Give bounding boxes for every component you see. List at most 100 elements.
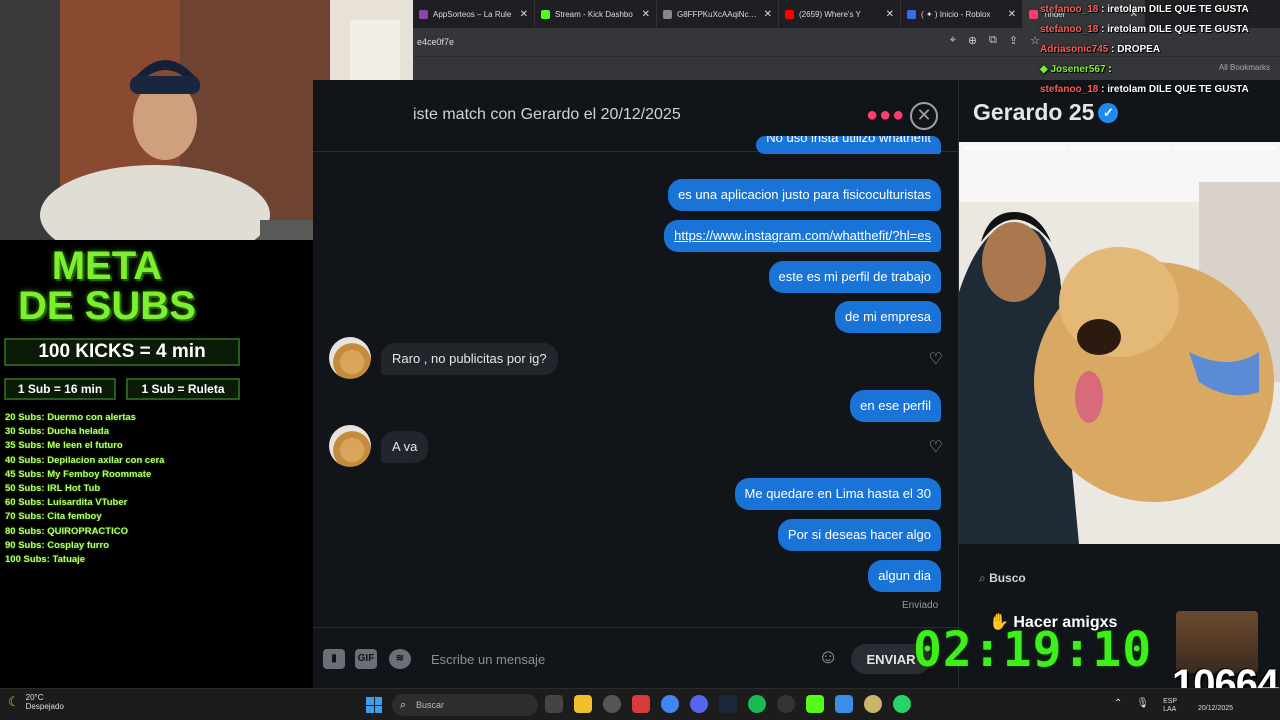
chat-message: stefanoo_18 : iretolam DILE QUE TE GUSTA <box>1040 24 1280 44</box>
app-icon[interactable] <box>632 695 650 713</box>
message-received-row: A va ♡ <box>329 425 943 469</box>
mic-icon[interactable]: 🎙 <box>1136 698 1149 714</box>
close-tab-icon[interactable]: ✕ <box>886 9 894 20</box>
browser-tab[interactable]: ( ✦ ) Inicio - Roblox ✕ <box>901 0 1023 28</box>
like-heart-icon[interactable]: ♡ <box>929 437 943 457</box>
close-tab-icon[interactable]: ✕ <box>520 9 528 20</box>
tab-favicon-icon <box>1029 9 1038 19</box>
close-tab-icon[interactable]: ✕ <box>1008 9 1016 20</box>
kick-icon[interactable] <box>806 695 824 713</box>
message-sent: es una aplicacion justo para fisicocultu… <box>668 179 941 211</box>
message-link[interactable]: https://www.instagram.com/whatthefit/?hl… <box>664 220 941 252</box>
message-sent: este es mi perfil de trabajo <box>768 261 941 293</box>
message-sent: No uso insta utilizo whathefit <box>756 136 941 154</box>
app-icon[interactable] <box>835 695 853 713</box>
gif-icon[interactable]: GIF <box>355 649 377 669</box>
chevron-up-icon[interactable]: ⌃ <box>1114 698 1122 714</box>
app-icon[interactable] <box>777 695 795 713</box>
message-sent: algun dia <box>868 560 941 592</box>
tab-title: (2659) Where's Y <box>799 9 861 19</box>
meta-title: META DE SUBS <box>18 244 196 328</box>
sub-goal-item: 100 Subs: Tatuaje <box>5 553 86 565</box>
tab-favicon-icon <box>419 9 428 19</box>
chat-text: : iretolam DILE QUE TE GUSTA <box>1098 24 1249 35</box>
spotify-icon[interactable] <box>748 695 766 713</box>
url-text: e4ce0f7e <box>417 37 455 47</box>
steam-icon[interactable] <box>719 695 737 713</box>
moon-icon: ☾ <box>8 694 20 709</box>
message-input[interactable] <box>431 646 791 672</box>
weather-widget[interactable]: ☾ 20°C Despejado <box>8 693 64 711</box>
message-received: A va <box>381 431 429 463</box>
chat-text: : iretolam DILE QUE TE GUSTA <box>1098 4 1249 15</box>
verified-icon: ✓ <box>1098 103 1119 123</box>
tab-favicon-icon <box>663 9 672 19</box>
start-button[interactable] <box>366 697 382 713</box>
install-icon[interactable]: ⧉ <box>989 34 997 47</box>
task-view-icon[interactable] <box>545 695 563 713</box>
match-title: iste match con Gerardo el 20/12/2025 <box>413 106 681 123</box>
system-tray: ⌃ 🎙 ESP LAA <box>1114 698 1177 714</box>
taskbar-apps <box>545 695 911 713</box>
taskbar-search[interactable]: ⌕ Buscar <box>392 694 538 716</box>
message-sent: de mi empresa <box>835 301 941 333</box>
message-received-row: Raro , no publicitas por ig? ♡ <box>329 337 943 381</box>
zoom-icon[interactable]: ⊕ <box>968 34 977 47</box>
share-icon[interactable]: ⇪ <box>1009 34 1018 47</box>
clock-date[interactable]: 20/12/2025 <box>1198 705 1233 712</box>
sub-goal-item: 45 Subs: My Femboy Roommate <box>5 468 152 480</box>
tab-title: Stream - Kick Dashbo <box>555 9 633 19</box>
sub-goal-item: 80 Subs: QUIROPRACTICO <box>5 525 128 537</box>
like-heart-icon[interactable]: ♡ <box>929 349 943 369</box>
whatsapp-icon[interactable] <box>893 695 911 713</box>
avatar[interactable] <box>329 425 371 467</box>
close-tab-icon[interactable]: ✕ <box>642 9 650 20</box>
profile-photo[interactable] <box>959 142 1280 544</box>
bookmark-star-icon[interactable]: ☆ <box>1030 34 1040 47</box>
close-tab-icon[interactable]: ✕ <box>764 9 772 20</box>
tinder-page: iste match con Gerardo el 20/12/2025 ●●●… <box>313 80 1280 688</box>
message-sent: en ese perfil <box>850 390 941 422</box>
kick-chat-overlay: stefanoo_18 : iretolam DILE QUE TE GUSTA… <box>1040 4 1280 104</box>
chat-username[interactable]: Adriasonic745 <box>1040 44 1108 55</box>
chat-username[interactable]: stefanoo_18 <box>1040 84 1098 95</box>
temperature: 20°C <box>25 693 44 702</box>
browser-tab[interactable]: (2659) Where's Y ✕ <box>779 0 901 28</box>
browser-tab[interactable]: Stream - Kick Dashbo ✕ <box>535 0 657 28</box>
message-composer: ▮ GIF ≋ ☺ ENVIAR <box>313 627 958 688</box>
chat-username[interactable]: stefanoo_18 <box>1040 4 1098 15</box>
tab-favicon-icon <box>907 9 916 19</box>
chat-username[interactable]: stefanoo_18 <box>1040 24 1098 35</box>
browser-tab[interactable]: AppSorteos – La Rule ✕ <box>413 0 535 28</box>
language-indicator[interactable]: ESP LAA <box>1163 698 1177 714</box>
app-icon[interactable] <box>864 695 882 713</box>
sub-rate-pill: 1 Sub = 16 min <box>4 378 116 400</box>
tab-title: AppSorteos – La Rule <box>433 9 512 19</box>
file-explorer-icon[interactable] <box>574 695 592 713</box>
location-icon[interactable]: ⌖ <box>950 34 956 47</box>
message-received: Raro , no publicitas por ig? <box>381 343 558 375</box>
sub-goal-item: 70 Subs: Cita femboy <box>5 511 102 523</box>
close-icon[interactable]: ✕ <box>910 102 938 130</box>
browser-tab[interactable]: G8FFPKuXcAAqiNc.pe ✕ <box>657 0 779 28</box>
chrome-icon[interactable] <box>661 695 679 713</box>
weather-status: Despejado <box>25 702 64 711</box>
windows-taskbar: ☾ 20°C Despejado ⌕ Buscar ⌃ 🎙 ESP LAA 20/12… <box>0 688 1280 720</box>
app-icon[interactable] <box>603 695 621 713</box>
spotify-icon[interactable]: ≋ <box>389 649 411 669</box>
discord-icon[interactable] <box>690 695 708 713</box>
sub-goal-item: 40 Subs: Depilacion axilar con cera <box>5 454 165 466</box>
tab-favicon-icon <box>541 9 550 19</box>
kicks-rate: 100 KICKS = 4 min <box>4 338 240 366</box>
more-options-icon[interactable]: ●●● <box>866 104 905 127</box>
avatar[interactable] <box>329 337 371 379</box>
tab-title: G8FFPKuXcAAqiNc.pe <box>677 9 759 19</box>
chat-username[interactable]: ◆ Josener567 <box>1040 64 1106 75</box>
subathon-timer: 02:19:10 <box>913 622 1153 678</box>
message-sent: Por si deseas hacer algo <box>777 519 941 551</box>
emoji-icon[interactable]: ☺ <box>818 646 838 669</box>
chat-text: : <box>1105 64 1112 75</box>
message-sent: Me quedare en Lima hasta el 30 <box>734 478 941 510</box>
subs-goal-overlay: META DE SUBS 100 KICKS = 4 min 1 Sub = 1… <box>0 240 313 688</box>
contact-card-icon[interactable]: ▮ <box>323 649 345 669</box>
